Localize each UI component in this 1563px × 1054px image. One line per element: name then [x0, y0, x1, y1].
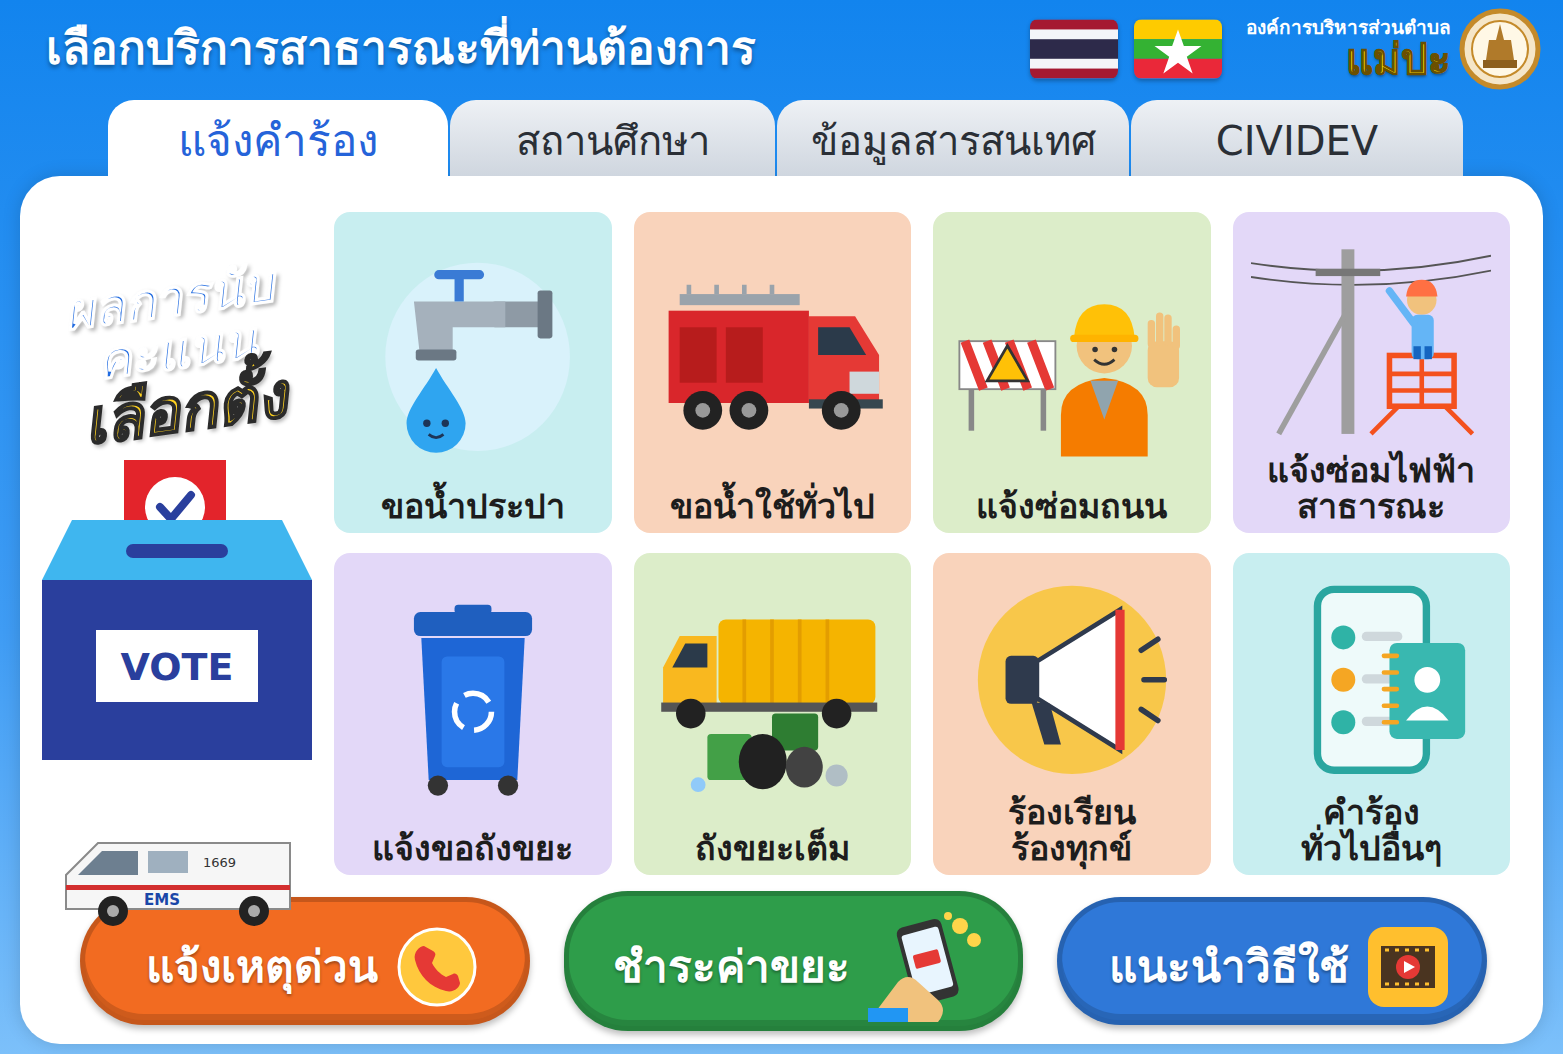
service-tile[interactable]: ขอน้ำใช้ทั่วไป	[634, 212, 912, 533]
service-label-line: แจ้งซ่อมไฟฟ้า	[1267, 452, 1475, 489]
power-pole-icon	[1241, 222, 1503, 452]
tab[interactable]: สถานศึกษา	[450, 100, 775, 176]
org-type: องค์การบริหารส่วนตำบล	[1246, 17, 1451, 39]
action-label: แนะนำวิธีใช้	[1109, 934, 1349, 1000]
language-switcher	[1030, 19, 1222, 79]
action-wrapper: แจ้งเหตุด่วน1669EMS	[80, 897, 530, 1025]
action-wrapper: แนะนำวิธีใช้	[1057, 897, 1487, 1025]
service-label-line: แจ้งซ่อมถนน	[976, 488, 1167, 525]
tab[interactable]: ข้อมูลสารสนเทศ	[777, 100, 1129, 176]
video-guide-icon	[1367, 926, 1449, 1008]
service-tile[interactable]: คำร้องทั่วไปอื่นๆ	[1233, 553, 1511, 875]
ballot-box-icon: VOTE	[42, 460, 312, 760]
service-label: แจ้งซ่อมถนน	[976, 488, 1167, 525]
service-label: ขอน้ำใช้ทั่วไป	[670, 488, 875, 525]
service-label-line: สาธารณะ	[1267, 488, 1475, 525]
myanmar-flag-icon[interactable]	[1134, 19, 1222, 79]
service-tile[interactable]: ถังขยะเต็ม	[634, 553, 912, 875]
thai-flag-icon[interactable]	[1030, 19, 1118, 79]
header: เลือกบริการสาธารณะที่ท่านต้องการ องค์การบ…	[0, 0, 1563, 98]
tab[interactable]: CIVIDEV	[1131, 100, 1463, 176]
recycle-bin-icon	[342, 563, 604, 830]
ambulance-number: 1669	[203, 855, 236, 870]
service-label: ร้องเรียนร้องทุกข์	[1008, 794, 1136, 867]
panel-body: ผลการนับคะแนนเลือกตั้งVOTEขอน้ำประปาขอน้…	[20, 212, 1510, 875]
service-tile[interactable]: ขอน้ำประปา	[334, 212, 612, 533]
action-label: ชำระค่าขยะ	[613, 934, 850, 1000]
service-tile[interactable]: ร้องเรียนร้องทุกข์	[933, 553, 1211, 875]
action-button[interactable]: แจ้งเหตุด่วน	[80, 897, 530, 1025]
service-label: คำร้องทั่วไปอื่นๆ	[1301, 794, 1442, 867]
megaphone-icon	[941, 563, 1203, 794]
org-name: แม่ปะ	[1346, 39, 1451, 81]
action-button[interactable]: ชำระค่าขยะ	[564, 891, 1023, 1031]
service-label-line: คำร้อง	[1301, 794, 1442, 831]
fire-truck-icon	[642, 222, 904, 488]
ambulance-icon: 1669 EMS	[58, 825, 298, 927]
tab[interactable]: แจ้งคำร้อง	[108, 100, 448, 176]
service-label-line: ขอน้ำใช้ทั่วไป	[670, 488, 875, 525]
service-label-line: ถังขยะเต็ม	[695, 830, 850, 867]
service-label-line: ร้องเรียน	[1008, 794, 1136, 831]
garbage-truck-icon	[642, 563, 904, 830]
service-label-line: ขอน้ำประปา	[381, 488, 565, 525]
tab-bar: แจ้งคำร้องสถานศึกษาข้อมูลสารสนเทศCIVIDEV	[0, 98, 1563, 176]
action-wrapper: ชำระค่าขยะ	[564, 891, 1023, 1031]
service-label-line: ร้องทุกข์	[1008, 830, 1136, 867]
service-label: แจ้งซ่อมไฟฟ้าสาธารณะ	[1267, 452, 1475, 525]
org-logo: องค์การบริหารส่วนตำบลแม่ปะ	[1246, 8, 1541, 90]
service-label: แจ้งขอถังขยะ	[372, 830, 573, 867]
service-tile[interactable]: แจ้งขอถังขยะ	[334, 553, 612, 875]
election-title: ผลการนับคะแนนเลือกตั้ง	[61, 258, 294, 456]
ambulance-label: EMS	[144, 891, 180, 909]
service-label: ถังขยะเต็ม	[695, 830, 850, 867]
action-label: แจ้งเหตุด่วน	[146, 934, 378, 1000]
page-title: เลือกบริการสาธารณะที่ท่านต้องการ	[46, 21, 756, 76]
service-label-line: ทั่วไปอื่นๆ	[1301, 830, 1442, 867]
service-label-line: แจ้งขอถังขยะ	[372, 830, 573, 867]
election-banner[interactable]: ผลการนับคะแนนเลือกตั้ง VOTE	[20, 212, 334, 875]
service-label: ขอน้ำประปา	[381, 488, 565, 525]
org-seal-icon	[1459, 8, 1541, 90]
road-worker-icon	[941, 222, 1203, 488]
action-bar: แจ้งเหตุด่วน1669EMS ชำระค่าขยะ แนะนำวิธีใช…	[20, 891, 1510, 1031]
faucet-icon	[342, 222, 604, 488]
service-tile[interactable]: แจ้งซ่อมไฟฟ้าสาธารณะ	[1233, 212, 1511, 533]
service-tile[interactable]: แจ้งซ่อมถนน	[933, 212, 1211, 533]
action-button[interactable]: แนะนำวิธีใช้	[1057, 897, 1487, 1025]
mobile-payment-icon	[868, 912, 988, 1022]
service-panel: ผลการนับคะแนนเลือกตั้งVOTEขอน้ำประปาขอน้…	[20, 176, 1543, 1044]
ballot-box-label: VOTE	[121, 645, 234, 689]
org-name-block: องค์การบริหารส่วนตำบลแม่ปะ	[1246, 17, 1451, 81]
service-grid: ขอน้ำประปา ขอน้ำใช้ทั่วไป แจ้งซ่อมถนน แจ้งซ…	[334, 212, 1510, 875]
contact-form-icon	[1241, 563, 1503, 794]
phone-icon	[396, 926, 478, 1008]
